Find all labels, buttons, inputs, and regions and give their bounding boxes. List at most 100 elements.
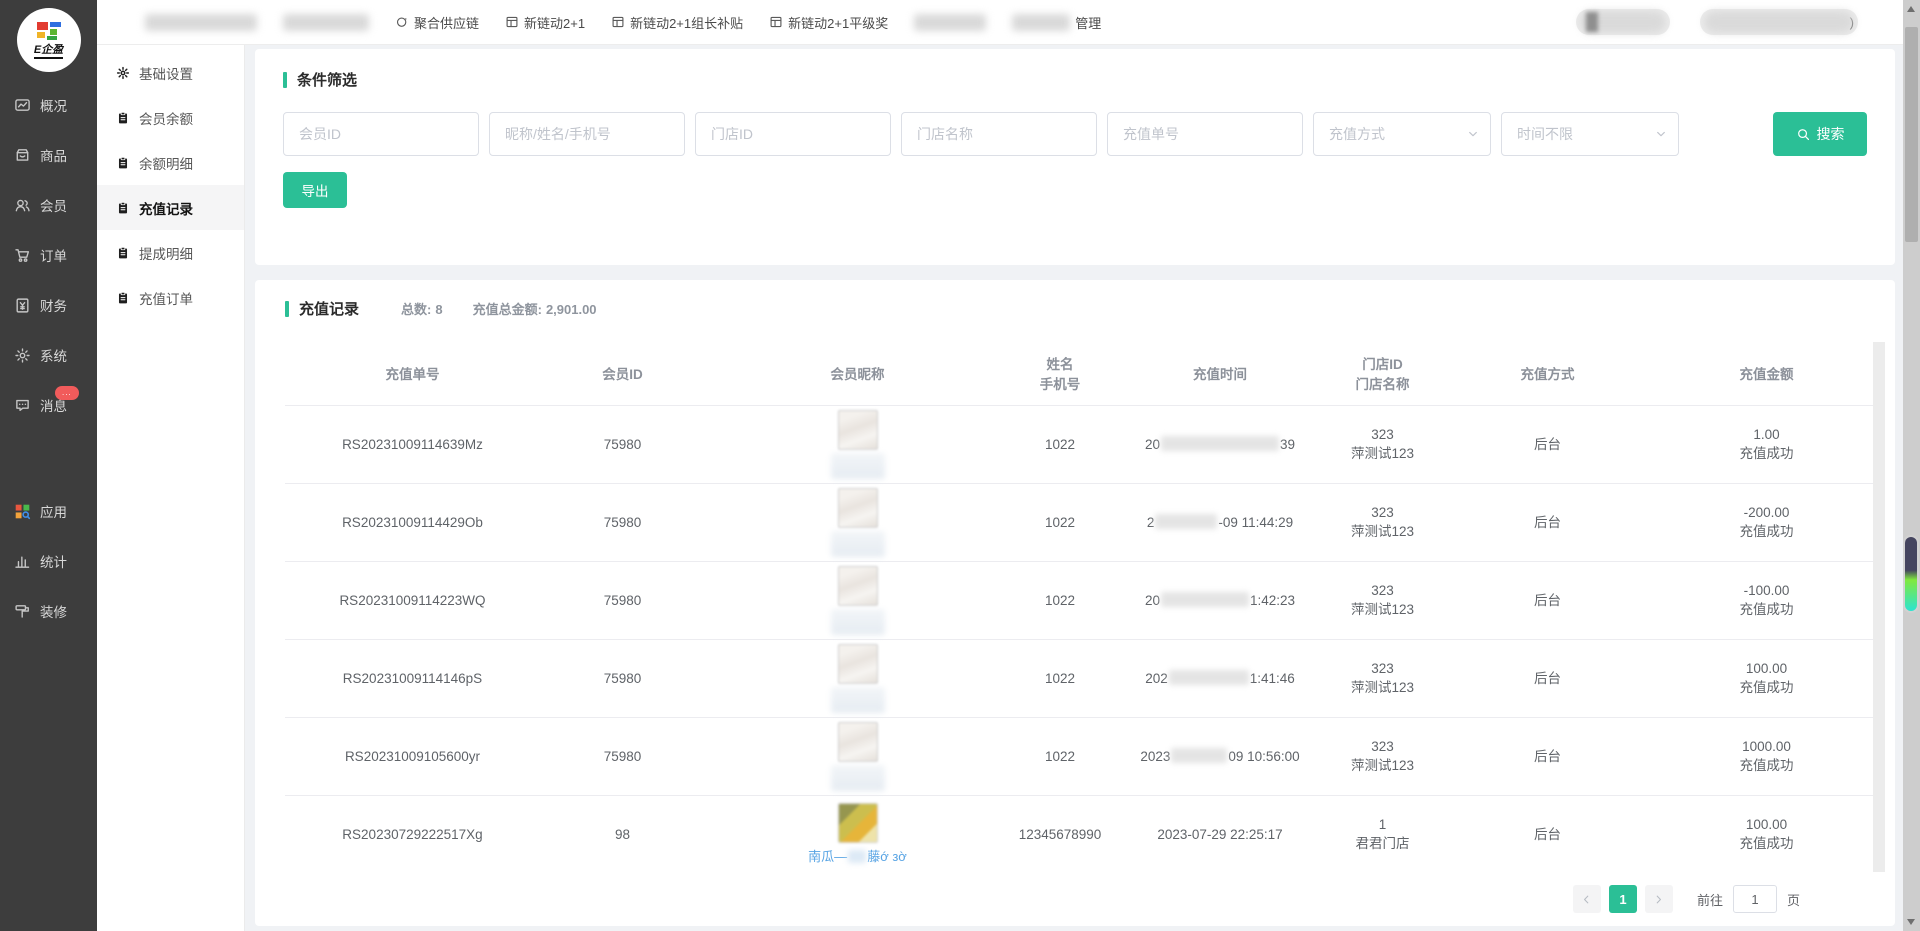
recharge-order-no-cell: RS20231009114639Mz [285,405,540,483]
goto-page-input[interactable] [1733,885,1777,913]
column-header: 姓名手机号 [1010,345,1110,405]
export-button[interactable]: 导出 [283,172,347,208]
name-phone-cell: 1022 [1010,483,1110,561]
topnav-item-aggregate-supply-chain[interactable]: 聚合供应链 [395,13,479,32]
sidebar-item-apps[interactable]: 应用 [0,486,97,536]
filter-input-nickname-name-phone[interactable] [489,112,685,156]
recharge-method-cell: 后台 [1435,561,1660,639]
topnav-item-new-chain-2plus1[interactable]: 新链动2+1 [505,13,585,32]
time-text: 20 [1145,437,1160,452]
accent-bar [285,301,289,317]
scrollbar-thumb[interactable] [1905,27,1918,242]
next-page-button[interactable] [1645,885,1673,913]
recharge-amount-cell: 100.00充值成功 [1660,639,1873,717]
form-icon [769,15,783,29]
submenu-item-balance-detail[interactable]: 余额明细 [97,140,244,185]
topnav-item-new-chain-2plus1-peer-reward[interactable]: 新链动2+1平级奖 [769,13,888,32]
table-scroll-gutter [1873,342,1885,872]
recharge-order-no-cell: RS20231009114429Ob [285,483,540,561]
records-title-text: 充值记录 [299,298,359,319]
recharge-order-no-cell: RS20230729222517Xg [285,795,540,873]
sidebar-item-label: 订单 [40,245,67,265]
submenu-item-commission-detail[interactable]: 提成明细 [97,230,244,275]
topnav-item-new-chain-2plus1-leader-subsidy[interactable]: 新链动2+1组长补贴 [611,13,743,32]
filter-select-recharge-method[interactable]: 充值方式 [1313,112,1491,156]
prev-page-button[interactable] [1573,885,1601,913]
blurred-text [283,14,369,31]
topnav-item-label: 新链动2+1组长补贴 [630,13,743,32]
blurred-nickname [831,765,885,791]
topbar-user-pill-1[interactable] [1576,9,1670,35]
decorate-icon [14,603,31,620]
member-nickname-cell [705,405,1010,483]
system-icon [14,347,31,364]
topnav-item-blurred[interactable] [283,14,369,31]
filter-input-store-id[interactable] [695,112,891,156]
sidebar-item-finance[interactable]: 财务 [0,280,97,330]
chevron-left-icon [1580,893,1593,906]
scroll-down-arrow-icon[interactable] [1907,919,1915,925]
store-cell: 323萍测试123 [1330,405,1435,483]
sidebar-item-members[interactable]: 会员 [0,180,97,230]
sidebar-item-orders[interactable]: 订单 [0,230,97,280]
topbar-user-pill-2[interactable]: ) [1700,9,1858,35]
sidebar-item-overview[interactable]: 概况 [0,80,97,130]
time-text: 39 [1280,437,1295,452]
filter-card: 条件筛选 充值方式时间不限 搜索 导出 [255,49,1895,265]
name-phone-cell: 1022 [1010,405,1110,483]
time-text: 20 [1145,593,1160,608]
topnav-item-blurred[interactable] [145,14,257,31]
order-icon [14,247,31,264]
search-button[interactable]: 搜索 [1773,112,1867,156]
filter-title-text: 条件筛选 [297,69,357,90]
brand-logo[interactable]: E企盈 [17,8,81,72]
page-scrollbar[interactable] [1903,0,1920,931]
nickname-text: 南瓜— [808,849,847,864]
submenu-item-recharge-orders[interactable]: 充值订单 [97,275,244,320]
page-number-button[interactable]: 1 [1609,885,1637,913]
recharge-order-no-cell: RS20231009114146pS [285,639,540,717]
scroll-up-arrow-icon[interactable] [1907,6,1915,12]
app-root: E企盈 概况商品会员订单财务系统消息... 应用统计装修 基础设置会员余额余额明… [0,0,1920,931]
search-button-label: 搜索 [1817,124,1845,144]
sidebar-item-decorate[interactable]: 装修 [0,586,97,636]
sidebar-item-label: 概况 [40,95,67,115]
blurred-nickname [831,687,885,713]
recharge-amount-cell: 1.00充值成功 [1660,405,1873,483]
sidebar-item-messages[interactable]: 消息... [0,380,97,430]
message-badge: ... [55,386,79,400]
recharge-time-cell: 2-09 11:44:29 [1110,483,1330,561]
sidebar-item-system[interactable]: 系统 [0,330,97,380]
filter-select-time-range[interactable]: 时间不限 [1501,112,1679,156]
time-text: 1:41:46 [1250,671,1295,686]
filter-input-store-name[interactable] [901,112,1097,156]
pagination: 1 前往 页 [285,885,1800,913]
member-avatar [838,803,878,843]
sidebar-item-statistics[interactable]: 统计 [0,536,97,586]
blurred-text [1171,748,1227,763]
table-row: RS20230729222517Xg98南瓜—藤ớ зờ123456789902… [285,795,1873,873]
recharge-time-cell: 2021:41:46 [1110,639,1330,717]
overview-icon [14,97,31,114]
filter-input-member-id[interactable] [283,112,479,156]
topnav-item-management[interactable]: 管理 [1012,13,1101,32]
column-header: 充值单号 [285,345,540,405]
submenu-item-label: 余额明细 [139,153,193,173]
sidebar-item-products[interactable]: 商品 [0,130,97,180]
table-header-row: 充值单号会员ID会员昵称姓名手机号充值时间门店ID门店名称充值方式充值金额 [285,345,1873,405]
filter-input-recharge-order-no[interactable] [1107,112,1303,156]
topnav-item-label: 管理 [1075,13,1101,32]
recharge-amount-cell: 100.00充值成功 [1660,795,1873,873]
store-cell: 323萍测试123 [1330,639,1435,717]
submenu-item-recharge-records[interactable]: 充值记录 [97,185,244,230]
filter-section-title: 条件筛选 [283,69,357,90]
topnav-items: 聚合供应链 新链动2+1 新链动2+1组长补贴 新链动2+1平级奖 管理 [97,13,1101,32]
submenu-item-basic-settings[interactable]: 基础设置 [97,50,244,95]
store-cell: 1君君门店 [1330,795,1435,873]
member-id-cell: 75980 [540,639,705,717]
submenu-item-member-balance[interactable]: 会员余额 [97,95,244,140]
topnav-item-blurred[interactable] [914,14,986,31]
sidebar-item-label: 财务 [40,295,67,315]
member-nickname-link[interactable]: 南瓜—藤ớ зờ [705,847,1010,866]
time-text: 09 10:56:00 [1228,749,1299,764]
